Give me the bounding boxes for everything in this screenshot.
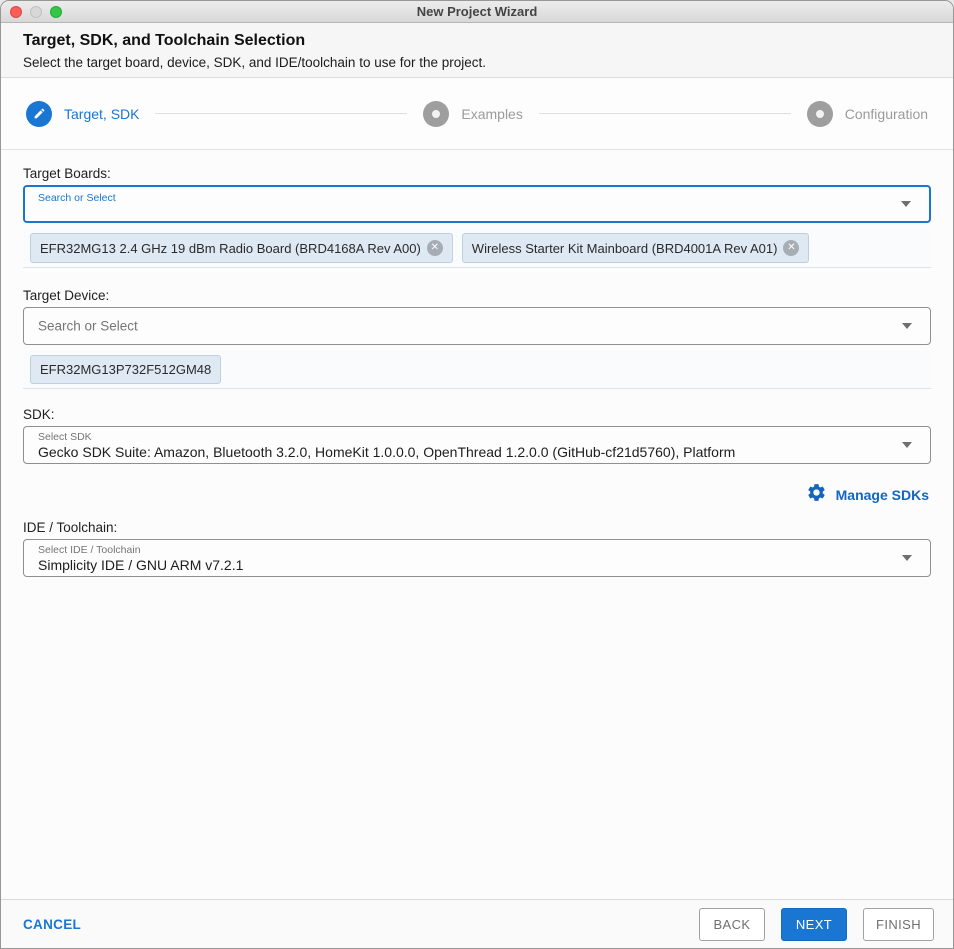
target-device-combo-placeholder: Search or Select bbox=[38, 318, 138, 334]
stepper-connector bbox=[538, 113, 791, 114]
step-label: Target, SDK bbox=[64, 105, 140, 122]
close-icon[interactable]: ✕ bbox=[783, 240, 800, 256]
window-title: New Project Wizard bbox=[416, 4, 538, 19]
wizard-content: Target Boards: Search or Select EFR32MG1… bbox=[1, 150, 953, 899]
target-device-label: Target Device: bbox=[23, 288, 110, 303]
ide-toolchain-label: IDE / Toolchain: bbox=[23, 520, 118, 535]
traffic-lights bbox=[10, 1, 62, 22]
device-chip: EFR32MG13P732F512GM48 bbox=[30, 355, 222, 384]
cancel-button[interactable]: CANCEL bbox=[23, 917, 81, 932]
chevron-down-icon[interactable] bbox=[902, 323, 912, 329]
sdk-combo[interactable]: Select SDK Gecko SDK Suite: Amazon, Blue… bbox=[23, 426, 931, 464]
target-boards-label: Target Boards: bbox=[23, 166, 111, 181]
finish-button[interactable]: FINISH bbox=[862, 907, 934, 941]
target-device-combo[interactable]: Search or Select bbox=[23, 307, 931, 345]
wizard-header: Target, SDK, and Toolchain Selection Sel… bbox=[1, 23, 953, 78]
target-boards-combo[interactable]: Search or Select bbox=[23, 185, 931, 223]
chevron-down-icon[interactable] bbox=[902, 555, 912, 561]
ide-combo-value: Simplicity IDE / GNU ARM v7.2.1 bbox=[38, 557, 244, 573]
dot-icon bbox=[423, 100, 450, 127]
ide-combo-field-label: Select IDE / Toolchain bbox=[38, 544, 141, 556]
manage-sdks-button[interactable]: Manage SDKs bbox=[23, 482, 929, 508]
stepper-connector bbox=[155, 113, 408, 114]
sdk-combo-value: Gecko SDK Suite: Amazon, Bluetooth 3.2.0… bbox=[38, 444, 736, 460]
new-project-wizard-window: New Project Wizard Target, SDK, and Tool… bbox=[0, 0, 954, 949]
board-chip: EFR32MG13 2.4 GHz 19 dBm Radio Board (BR… bbox=[30, 233, 453, 263]
pencil-icon bbox=[26, 100, 52, 127]
close-window-button[interactable] bbox=[10, 5, 22, 18]
close-icon[interactable]: ✕ bbox=[426, 240, 443, 256]
manage-sdks-label: Manage SDKs bbox=[835, 487, 929, 503]
sdk-combo-field-label: Select SDK bbox=[38, 431, 92, 443]
target-device-chips: EFR32MG13P732F512GM48 bbox=[23, 351, 931, 389]
dot-icon bbox=[806, 100, 833, 127]
target-boards-chips: EFR32MG13 2.4 GHz 19 dBm Radio Board (BR… bbox=[23, 229, 931, 268]
board-chip: Wireless Starter Kit Mainboard (BRD4001A… bbox=[461, 233, 810, 263]
sdk-label: SDK: bbox=[23, 407, 55, 422]
chevron-down-icon[interactable] bbox=[902, 442, 912, 448]
minimize-window-button bbox=[30, 5, 42, 18]
wizard-stepper: Target, SDK Examples Configuration bbox=[1, 78, 953, 150]
gear-icon bbox=[806, 482, 827, 508]
next-button[interactable]: NEXT bbox=[780, 907, 847, 941]
zoom-window-button[interactable] bbox=[50, 5, 62, 18]
step-label: Configuration bbox=[844, 105, 929, 122]
page-title: Target, SDK, and Toolchain Selection bbox=[23, 32, 306, 49]
page-subtitle: Select the target board, device, SDK, an… bbox=[23, 55, 487, 70]
back-button[interactable]: BACK bbox=[698, 907, 765, 941]
chip-label: EFR32MG13 2.4 GHz 19 dBm Radio Board (BR… bbox=[40, 240, 421, 256]
titlebar: New Project Wizard bbox=[1, 1, 953, 23]
step-target-sdk[interactable]: Target, SDK bbox=[26, 100, 140, 127]
step-examples[interactable]: Examples bbox=[423, 100, 523, 127]
chip-label: Wireless Starter Kit Mainboard (BRD4001A… bbox=[471, 240, 778, 256]
footer-actions: BACK NEXT FINISH bbox=[698, 907, 934, 941]
wizard-footer: CANCEL BACK NEXT FINISH bbox=[1, 899, 953, 948]
chevron-down-icon[interactable] bbox=[901, 201, 911, 207]
ide-toolchain-combo[interactable]: Select IDE / Toolchain Simplicity IDE / … bbox=[23, 539, 931, 577]
target-boards-combo-placeholder: Search or Select bbox=[38, 192, 116, 204]
step-configuration[interactable]: Configuration bbox=[806, 100, 929, 127]
chip-label: EFR32MG13P732F512GM48 bbox=[40, 362, 212, 377]
step-label: Examples bbox=[461, 105, 523, 122]
